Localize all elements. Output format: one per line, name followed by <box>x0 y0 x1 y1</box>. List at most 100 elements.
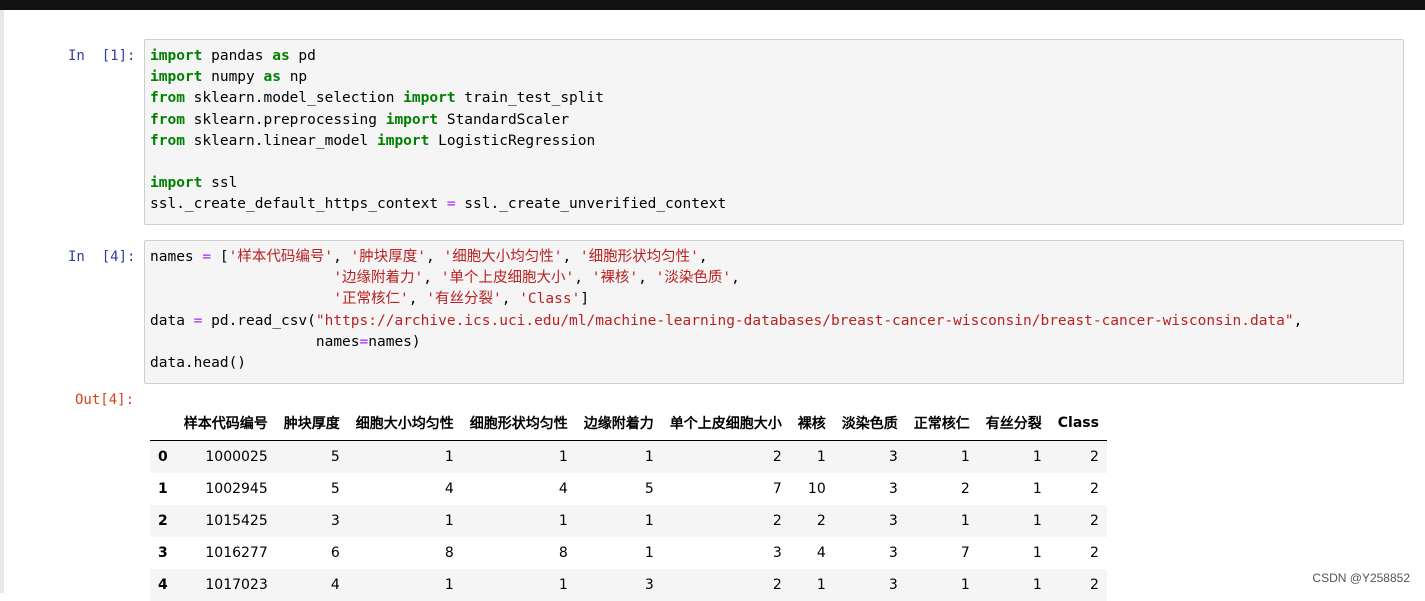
column-header: Class <box>1050 406 1107 441</box>
code-cell-1-source[interactable]: import pandas as pdimport numpy as npfro… <box>150 46 726 216</box>
table-cell: 10 <box>790 473 834 505</box>
table-cell: 1002945 <box>176 473 276 505</box>
code-token: import <box>150 175 202 191</box>
column-header: 肿块厚度 <box>276 406 348 441</box>
table-body: 0100002551112131121100294554457103212210… <box>150 441 1107 601</box>
table-cell: 4 <box>276 569 348 601</box>
table-cell: 2 <box>906 473 978 505</box>
code-token: numpy <box>202 69 263 85</box>
code-token: , <box>562 249 579 265</box>
column-header: 边缘附着力 <box>576 406 662 441</box>
table-cell: 1 <box>790 441 834 474</box>
code-line: from sklearn.model_selection import trai… <box>150 88 726 109</box>
table-cell: 1 <box>348 505 462 537</box>
code-cell-1[interactable]: import pandas as pdimport numpy as npfro… <box>144 39 1404 225</box>
code-line: names = ['样本代码编号', '肿块厚度', '细胞大小均匀性', '细… <box>150 247 1302 268</box>
table-cell: 6 <box>276 537 348 569</box>
code-token: 'Class' <box>519 291 580 307</box>
dataframe-output-table: 样本代码编号肿块厚度细胞大小均匀性细胞形状均匀性边缘附着力单个上皮细胞大小裸核淡… <box>150 406 1107 601</box>
table-cell: 1 <box>790 569 834 601</box>
row-index: 3 <box>150 537 176 569</box>
table-cell: 1 <box>576 441 662 474</box>
column-header: 正常核仁 <box>906 406 978 441</box>
table-cell: 1 <box>348 569 462 601</box>
table-cell: 3 <box>834 569 906 601</box>
table-cell: 1 <box>462 569 576 601</box>
code-token: , <box>409 291 426 307</box>
code-token: sklearn.linear_model <box>185 133 377 149</box>
column-header: 有丝分裂 <box>978 406 1050 441</box>
code-token: train_test_split <box>456 90 604 106</box>
code-token: '细胞形状均匀性' <box>580 249 699 265</box>
code-line: import pandas as pd <box>150 46 726 67</box>
code-token: import <box>386 112 438 128</box>
code-token: names) <box>368 334 420 350</box>
code-token: import <box>150 48 202 64</box>
code-token: pd <box>290 48 316 64</box>
table-cell: 3 <box>276 505 348 537</box>
code-token: , <box>333 249 350 265</box>
left-edge <box>0 10 4 593</box>
table-cell: 3 <box>662 537 790 569</box>
table-cell: 1 <box>978 473 1050 505</box>
code-token: = <box>447 196 456 212</box>
code-line: import ssl <box>150 173 726 194</box>
code-token: '正常核仁' <box>333 291 408 307</box>
code-cell-2[interactable]: names = ['样本代码编号', '肿块厚度', '细胞大小均匀性', '细… <box>144 240 1404 384</box>
table-cell: 8 <box>348 537 462 569</box>
table-cell: 2 <box>790 505 834 537</box>
table-cell: 1016277 <box>176 537 276 569</box>
code-token: '细胞大小均匀性' <box>443 249 562 265</box>
code-token: = <box>202 249 211 265</box>
table-cell: 2 <box>1050 441 1107 474</box>
table-row: 210154253111223112 <box>150 505 1107 537</box>
table-cell: 7 <box>906 537 978 569</box>
row-index: 0 <box>150 441 176 474</box>
table-row: 1100294554457103212 <box>150 473 1107 505</box>
table-cell: 1 <box>576 505 662 537</box>
code-cell-2-source[interactable]: names = ['样本代码编号', '肿块厚度', '细胞大小均匀性', '细… <box>150 247 1302 374</box>
code-token: = <box>360 334 369 350</box>
column-header: 淡染色质 <box>834 406 906 441</box>
cell-1-prompt: In [1]: <box>68 48 135 64</box>
code-token <box>150 291 333 307</box>
row-index: 4 <box>150 569 176 601</box>
code-token: ssl._create_default_https_context <box>150 196 447 212</box>
code-token: , <box>574 270 591 286</box>
table-cell: 1 <box>348 441 462 474</box>
code-token: , <box>502 291 519 307</box>
code-token: , <box>426 249 443 265</box>
code-token: [ <box>211 249 228 265</box>
table-cell: 5 <box>276 473 348 505</box>
table-cell: 3 <box>834 441 906 474</box>
output-prompt: Out[4]: <box>75 392 134 408</box>
row-index: 1 <box>150 473 176 505</box>
code-line: '边缘附着力', '单个上皮细胞大小', '裸核', '淡染色质', <box>150 268 1302 289</box>
code-token: '边缘附着力' <box>333 270 423 286</box>
table-cell: 2 <box>1050 537 1107 569</box>
code-token: , <box>638 270 655 286</box>
table-cell: 2 <box>1050 473 1107 505</box>
code-line: from sklearn.linear_model import Logisti… <box>150 131 726 152</box>
code-token: data.head() <box>150 355 246 371</box>
table-cell: 2 <box>662 569 790 601</box>
code-token: "https://archive.ics.uci.edu/ml/machine-… <box>316 313 1294 329</box>
code-token: pd.read_csv( <box>202 313 316 329</box>
table-cell: 1017023 <box>176 569 276 601</box>
table-cell: 1 <box>978 537 1050 569</box>
table-cell: 2 <box>1050 569 1107 601</box>
table-cell: 1 <box>906 441 978 474</box>
code-line: from sklearn.preprocessing import Standa… <box>150 110 726 131</box>
table-cell: 3 <box>576 569 662 601</box>
code-token: , <box>731 270 740 286</box>
code-token: import <box>403 90 455 106</box>
cell-2-prompt: In [4]: <box>68 249 135 265</box>
code-token: np <box>281 69 307 85</box>
code-token: '有丝分裂' <box>426 291 501 307</box>
code-token: '裸核' <box>592 270 638 286</box>
code-line: ssl._create_default_https_context = ssl.… <box>150 194 726 215</box>
code-token: from <box>150 90 185 106</box>
code-token: import <box>377 133 429 149</box>
table-cell: 5 <box>276 441 348 474</box>
table-cell: 1 <box>906 505 978 537</box>
